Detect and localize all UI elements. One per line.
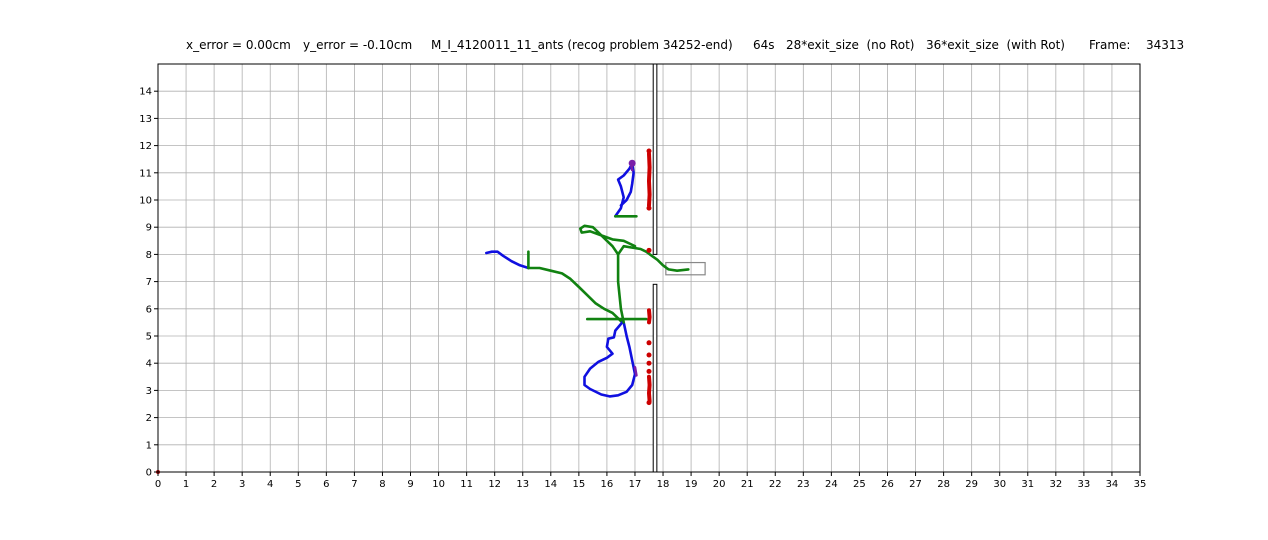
x-tick-label: 25 (853, 479, 866, 490)
x-tick-label: 21 (741, 479, 754, 490)
x-tick-label: 18 (657, 479, 670, 490)
red-point (646, 148, 652, 154)
red-point (646, 247, 652, 253)
y-tick-label: 8 (146, 250, 152, 261)
x-tick-label: 31 (1021, 479, 1034, 490)
x-tick-label: 28 (937, 479, 950, 490)
x-tick-label: 20 (713, 479, 726, 490)
x-tick-label: 13 (516, 479, 529, 490)
x-tick-label: 24 (825, 479, 838, 490)
red-trajectory (647, 308, 652, 325)
x-tick-label: 26 (881, 479, 894, 490)
x-tick-label: 19 (685, 479, 698, 490)
y-tick-label: 14 (139, 87, 152, 98)
blue-trajectory (613, 162, 635, 218)
x-tick-label: 15 (572, 479, 585, 490)
y-tick-label: 5 (146, 332, 152, 343)
wall (652, 283, 658, 473)
x-tick-label: 22 (769, 479, 782, 490)
trajectory-plot: 0 1 2 3 4 5 6 7 8 9 10 11 12 13 14 15 16 17 18 19 20 21 22 23 24… (139, 63, 1147, 490)
x-tick-label: 32 (1049, 479, 1062, 490)
red-point (646, 352, 652, 358)
y-tick-label: 3 (146, 386, 152, 397)
y-tick-label: 12 (139, 141, 152, 152)
y-tick-label: 2 (146, 413, 152, 424)
x-tick-label: 29 (965, 479, 978, 490)
x-tick-label: 1 (183, 479, 189, 490)
x-tick-label: 7 (351, 479, 357, 490)
x-tick-label: 3 (239, 479, 245, 490)
x-tick-label: 10 (432, 479, 445, 490)
wall (652, 63, 658, 255)
red-point (646, 360, 652, 366)
y-tick-label: 1 (146, 440, 152, 451)
trajectory-end-marker (628, 159, 636, 167)
x-tick-label: 30 (993, 479, 1006, 490)
y-tick-label: 6 (146, 304, 152, 315)
red-trajectory (647, 151, 652, 208)
purple-trajectory (633, 365, 638, 377)
y-tick-label: 7 (146, 277, 152, 288)
x-tick-label: 33 (1078, 479, 1091, 490)
x-tick-label: 27 (909, 479, 922, 490)
green-trajectory (527, 266, 624, 324)
x-tick-label: 35 (1134, 479, 1147, 490)
x-tick-label: 16 (601, 479, 614, 490)
walls (652, 63, 706, 473)
green-trajectory (578, 224, 637, 256)
trajectories (156, 148, 690, 474)
x-tick-label: 8 (379, 479, 385, 490)
x-tick-label: 2 (211, 479, 217, 490)
y-tick-label: 10 (139, 196, 152, 207)
x-tick-label: 34 (1106, 479, 1119, 490)
red-trajectory (647, 374, 652, 404)
grid (157, 64, 1141, 473)
x-tick-label: 6 (323, 479, 329, 490)
red-point (646, 368, 652, 374)
y-tick-label: 0 (146, 468, 152, 479)
x-tick-label: 17 (629, 479, 642, 490)
x-tick-label: 23 (797, 479, 810, 490)
y-tick-label: 11 (139, 168, 152, 179)
x-tick-label: 14 (544, 479, 557, 490)
y-tick-label: 4 (146, 359, 152, 370)
x-tick-label: 9 (407, 479, 413, 490)
x-tick-label: 5 (295, 479, 301, 490)
y-tick-label: 9 (146, 223, 152, 234)
blue-trajectory (583, 321, 637, 398)
red-point (646, 400, 652, 406)
x-tick-label: 11 (460, 479, 473, 490)
red-point (646, 340, 652, 346)
red-point (646, 205, 652, 211)
y-tick-label: 13 (139, 114, 152, 125)
x-tick-label: 0 (155, 479, 161, 490)
axes: 0 1 2 3 4 5 6 7 8 9 10 11 12 13 14 15 16 17 18 19 20 21 22 23 24… (139, 63, 1147, 490)
x-tick-label: 4 (267, 479, 273, 490)
plot-frame (157, 63, 1141, 473)
x-tick-label: 12 (488, 479, 501, 490)
